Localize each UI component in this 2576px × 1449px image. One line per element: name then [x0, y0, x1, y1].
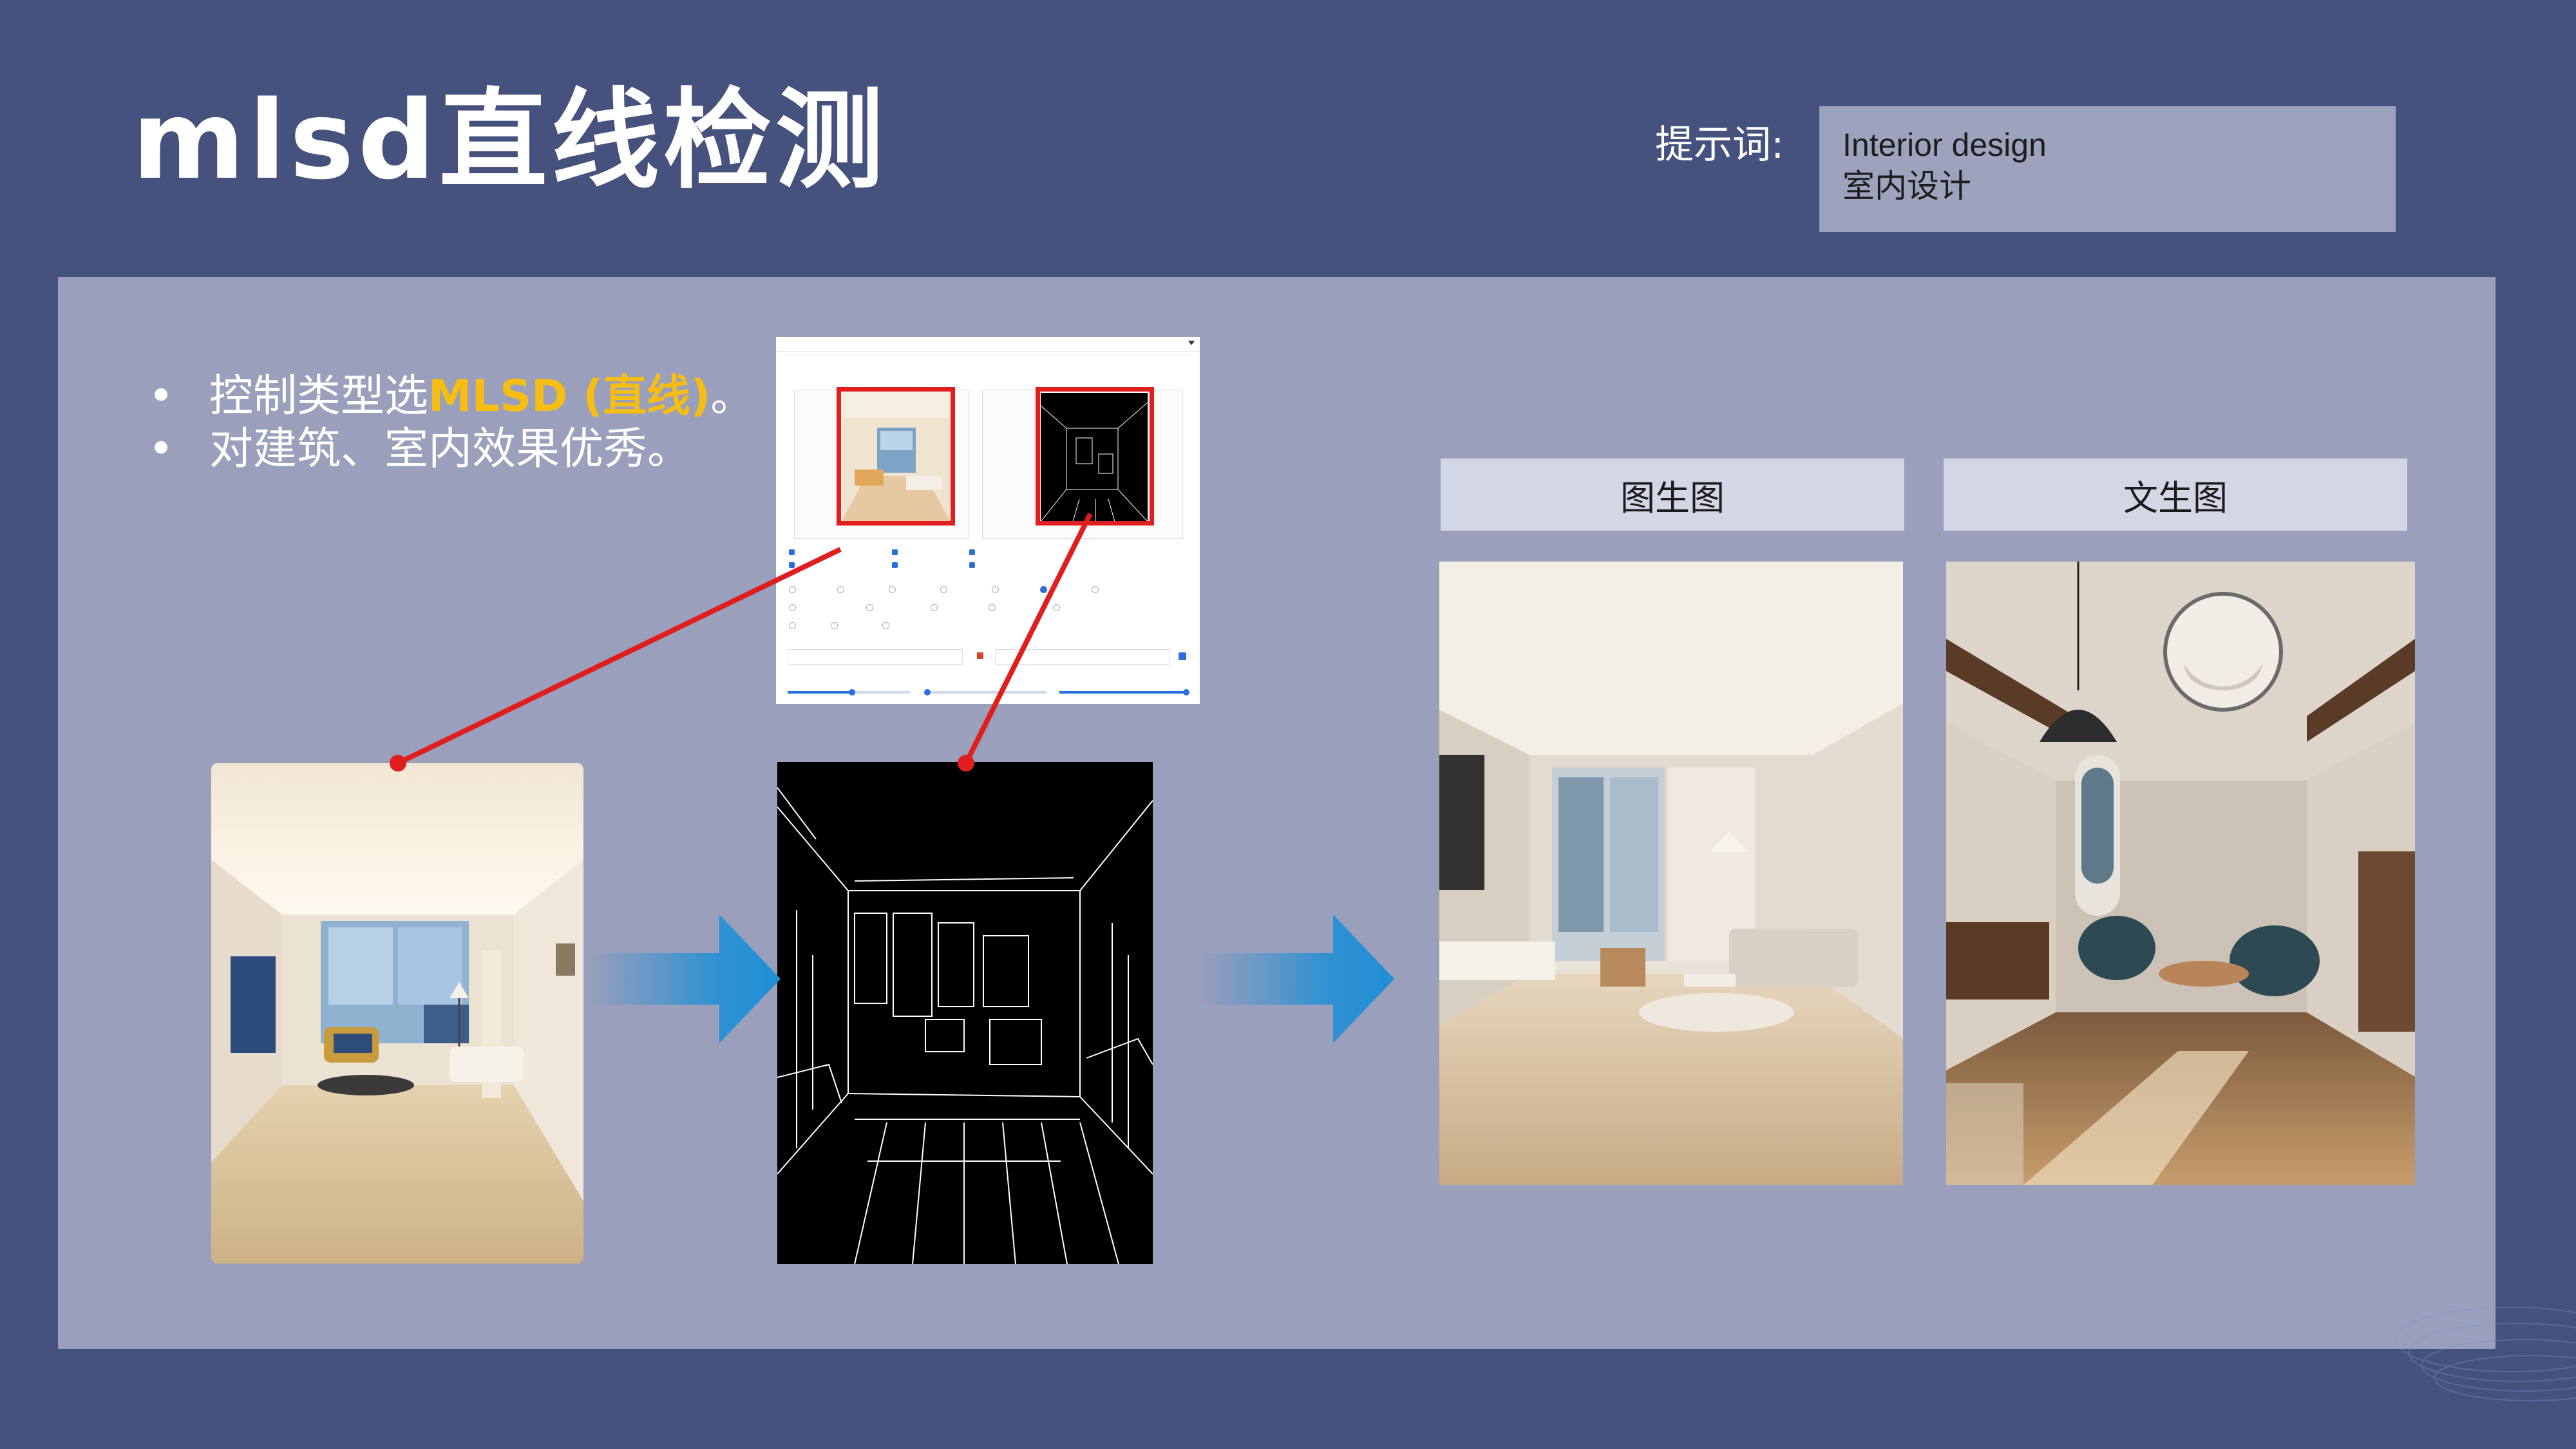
- img2img-result: [1439, 562, 1903, 1185]
- decorative-swirl: [2395, 1307, 2576, 1401]
- connector-dot: [390, 755, 406, 772]
- connector-dot: [958, 755, 974, 772]
- img2img-header: 图生图: [1441, 459, 1904, 531]
- txt2img-result: [1946, 562, 2415, 1185]
- connector-line: [963, 513, 1093, 764]
- txt2img-header: 文生图: [1944, 459, 2407, 531]
- connector-line: [397, 547, 842, 766]
